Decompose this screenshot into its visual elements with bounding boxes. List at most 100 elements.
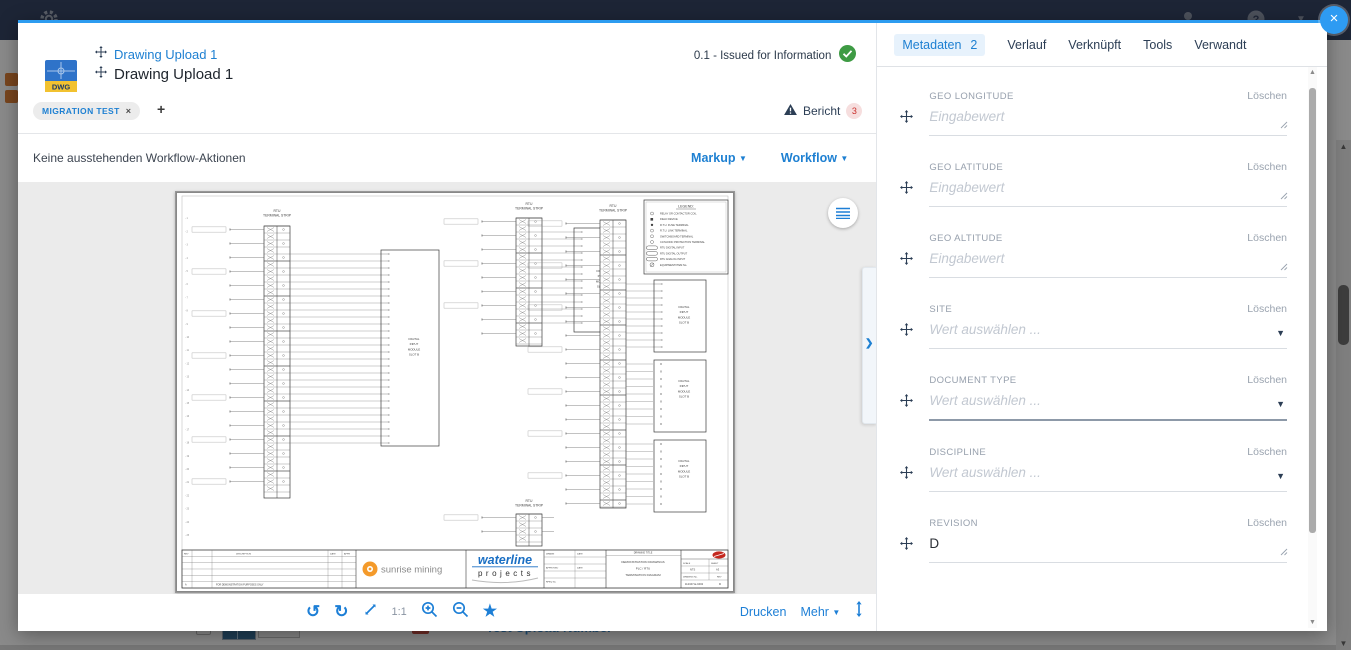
field-placeholder[interactable]: Wert auswählen ... <box>929 393 1287 410</box>
svg-text:PLC / RTU: PLC / RTU <box>636 566 650 570</box>
document-header: DWG Drawing Upload 1 Drawing Upload 1 0.… <box>18 23 876 134</box>
svg-text:RTU: RTU <box>526 202 533 206</box>
svg-text:- 25: - 25 <box>185 534 190 537</box>
report-button[interactable]: Bericht 3 <box>784 102 862 120</box>
markup-dropdown[interactable]: Markup ▼ <box>691 151 747 165</box>
svg-text:TERMINAL STRIP: TERMINAL STRIP <box>515 504 544 508</box>
tag-remove-icon[interactable]: × <box>126 106 131 116</box>
status-check-icon <box>839 45 856 67</box>
workflow-bar: Keine ausstehenden Workflow-Aktionen Mar… <box>18 134 876 182</box>
svg-text:MODULE: MODULE <box>678 469 690 473</box>
panel-scrollbar[interactable]: ▲ ▼ <box>1308 67 1317 628</box>
svg-text:DATE: DATE <box>577 553 583 556</box>
delete-link[interactable]: Löschen <box>1247 161 1287 173</box>
more-dropdown[interactable]: Mehr ▼ <box>800 605 840 619</box>
field-label: DOCUMENT TYPE <box>929 373 1016 386</box>
svg-text:INPUT: INPUT <box>680 310 689 314</box>
tab-verlauf[interactable]: Verlauf <box>1007 38 1046 52</box>
field-placeholder[interactable]: Eingabewert <box>929 109 1287 126</box>
tab-verwandt[interactable]: Verwandt <box>1194 38 1246 52</box>
move-icon <box>900 516 929 563</box>
svg-text:sunrise mining: sunrise mining <box>381 565 442 576</box>
close-icon[interactable]: × <box>1320 6 1348 34</box>
side-drawer-handle[interactable]: ❯ <box>862 267 876 424</box>
tab-tools[interactable]: Tools <box>1143 38 1172 52</box>
svg-text:- 21: - 21 <box>185 481 190 484</box>
field-value[interactable]: D <box>929 536 1287 553</box>
svg-text:APPR: APPR <box>344 553 350 556</box>
svg-text:INPUT: INPUT <box>680 464 689 468</box>
fit-screen-icon[interactable] <box>363 602 378 622</box>
document-title: Drawing Upload 1 <box>114 66 233 83</box>
select-caret-icon[interactable]: ▼ <box>1276 328 1285 338</box>
delete-link[interactable]: Löschen <box>1247 446 1287 458</box>
svg-text:TERMINAL STRIP: TERMINAL STRIP <box>599 209 628 213</box>
rotate-left-icon[interactable]: ↺ <box>306 603 320 620</box>
svg-text:EQUIPMENT/ITEM No.: EQUIPMENT/ITEM No. <box>660 263 687 267</box>
tab-verknüpft[interactable]: Verknüpft <box>1068 38 1121 52</box>
viewer-pane: DWG Drawing Upload 1 Drawing Upload 1 0.… <box>18 23 876 631</box>
workflow-dropdown[interactable]: Workflow ▼ <box>781 151 848 165</box>
svg-text:D: D <box>719 582 721 586</box>
svg-text:R.T.U. LINK TERMINAL: R.T.U. LINK TERMINAL <box>660 229 688 233</box>
warning-icon <box>784 102 797 120</box>
svg-text:- 18: - 18 <box>185 442 190 445</box>
resize-vertical-icon[interactable] <box>854 601 864 622</box>
svg-text:TERMINATION DIAGRAM: TERMINATION DIAGRAM <box>625 573 661 577</box>
field-label: GEO ALTITUDE <box>929 231 1002 244</box>
workflow-message: Keine ausstehenden Workflow-Aktionen <box>33 151 657 165</box>
field-placeholder[interactable]: Wert auswählen ... <box>929 465 1287 482</box>
delete-link[interactable]: Löschen <box>1247 303 1287 315</box>
field-document-type: DOCUMENT TYPE Löschen Wert auswählen ...▼ <box>900 373 1287 421</box>
add-tag-button[interactable]: + <box>157 101 165 117</box>
svg-text:DATE: DATE <box>330 553 336 556</box>
svg-text:DIGITAL: DIGITAL <box>678 459 689 463</box>
svg-text:- 11: - 11 <box>185 349 190 352</box>
svg-text:- 10: - 10 <box>185 336 190 339</box>
delete-link[interactable]: Löschen <box>1247 374 1287 386</box>
tag-migration-test[interactable]: MIGRATION TEST × <box>33 102 140 120</box>
tab-metadaten[interactable]: Metadaten2 <box>894 34 985 56</box>
print-button[interactable]: Drucken <box>740 605 787 619</box>
field-label: GEO LATITUDE <box>929 160 1003 173</box>
drawing-viewer[interactable]: - 1- 2- 3- 4- 5- 6- 7- 8- 9- 10- 11- 12-… <box>18 182 876 594</box>
document-viewer-modal: DWG Drawing Upload 1 Drawing Upload 1 0.… <box>18 20 1327 631</box>
svg-text:FIELD DEVICE: FIELD DEVICE <box>660 217 678 221</box>
delete-link[interactable]: Löschen <box>1247 90 1287 102</box>
select-caret-icon[interactable]: ▼ <box>1276 399 1285 409</box>
svg-text:INPUT: INPUT <box>680 384 689 388</box>
resize-grip-icon[interactable] <box>1280 187 1288 205</box>
delete-link[interactable]: Löschen <box>1247 232 1287 244</box>
svg-text:FOR DEMONSTRATION PURPOSES ONL: FOR DEMONSTRATION PURPOSES ONLY <box>216 584 264 587</box>
field-placeholder[interactable]: Eingabewert <box>929 180 1287 197</box>
field-label: REVISION <box>929 516 978 529</box>
select-caret-icon[interactable]: ▼ <box>1276 471 1285 481</box>
resize-grip-icon[interactable] <box>1280 258 1288 276</box>
svg-text:A3: A3 <box>716 568 720 572</box>
delete-link[interactable]: Löschen <box>1247 517 1287 529</box>
field-site: SITELöschenWert auswählen ...▼ <box>900 302 1287 349</box>
svg-text:- 14: - 14 <box>185 389 190 392</box>
chevron-right-icon: ❯ <box>865 338 873 349</box>
rotate-right-icon[interactable]: ↻ <box>334 603 348 620</box>
svg-text:DWG: DWG <box>52 83 70 92</box>
resize-grip-icon[interactable] <box>1280 543 1288 561</box>
viewer-toolbar: ↺ ↻ 1:1 ★ Drucken Mehr ▼ <box>18 594 876 629</box>
zoom-out-icon[interactable] <box>452 601 469 623</box>
thumbnail-list-button[interactable] <box>828 198 858 228</box>
svg-text:SCALE: SCALE <box>683 562 691 565</box>
field-placeholder[interactable]: Wert auswählen ... <box>929 322 1287 339</box>
svg-text:MODULE: MODULE <box>408 347 420 351</box>
actual-size-button[interactable]: 1:1 <box>392 606 407 618</box>
field-placeholder[interactable]: Eingabewert <box>929 251 1287 268</box>
svg-text:LEGEND:: LEGEND: <box>678 205 694 209</box>
svg-text:DRAWING No.: DRAWING No. <box>683 576 698 579</box>
zoom-in-icon[interactable] <box>421 601 438 623</box>
field-revision: REVISION Löschen D <box>900 516 1287 563</box>
document-title-link[interactable]: Drawing Upload 1 <box>114 47 217 62</box>
favorite-star-icon[interactable]: ★ <box>483 604 497 620</box>
resize-grip-icon[interactable] <box>1280 116 1288 134</box>
svg-text:TERMINAL STRIP: TERMINAL STRIP <box>263 214 292 218</box>
move-icon <box>900 89 929 136</box>
panel-scrollbar-thumb[interactable] <box>1309 88 1316 533</box>
